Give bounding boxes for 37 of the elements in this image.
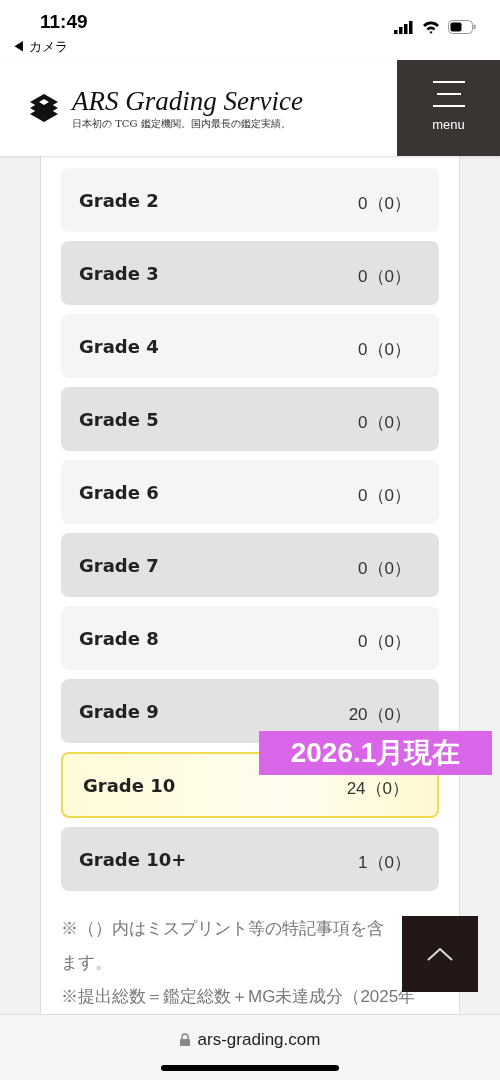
wifi-icon [422,20,440,34]
grade-label: Grade 9 [79,699,159,724]
grade-label: Grade 6 [79,480,159,505]
grade-count: 24（0） [346,778,409,801]
grade-count: 0（0） [358,339,411,362]
grade-count: 20（0） [348,704,411,727]
grade-label: Grade 7 [79,553,159,578]
chevron-up-icon [427,947,453,961]
grade-count: 0（0） [358,266,411,289]
logo-icon [28,92,60,124]
site-tagline: 日本初の TCG 鑑定機関。国内最長の鑑定実績。 [72,116,292,131]
lock-icon [179,1033,190,1047]
menu-button[interactable]: menu [397,59,500,157]
grade-count: 0（0） [358,558,411,581]
note-text: ます。 [61,952,113,975]
signal-icon [394,20,414,34]
grade-label: Grade 5 [79,407,159,432]
grade-label: Grade 10+ [79,847,187,872]
battery-icon [448,20,476,34]
menu-icon [432,81,465,108]
grade-count: 0（0） [358,412,411,435]
grade-count: 0（0） [358,631,411,654]
grade-label: Grade 3 [79,261,159,286]
status-time: 11:49 [39,10,88,34]
grade-count: 0（0） [358,193,411,216]
grade-count: 1（0） [358,852,411,875]
grade-label: Grade 4 [79,334,159,359]
scroll-top-button[interactable] [402,916,478,992]
site-title[interactable]: ARS Grading Service [72,85,303,116]
grade-label: Grade 8 [79,626,159,651]
url-text[interactable]: ars-grading.com [197,1027,321,1053]
note-text: ※（）内はミスプリント等の特記事項を含 [61,918,385,941]
date-badge: 2026.1月現在 [259,731,492,775]
grade-label: Grade 2 [79,188,159,213]
back-link[interactable]: ◀ カメラ [12,36,88,56]
grade-count: 0（0） [358,485,411,508]
grade-label: Grade 10 [83,773,176,798]
